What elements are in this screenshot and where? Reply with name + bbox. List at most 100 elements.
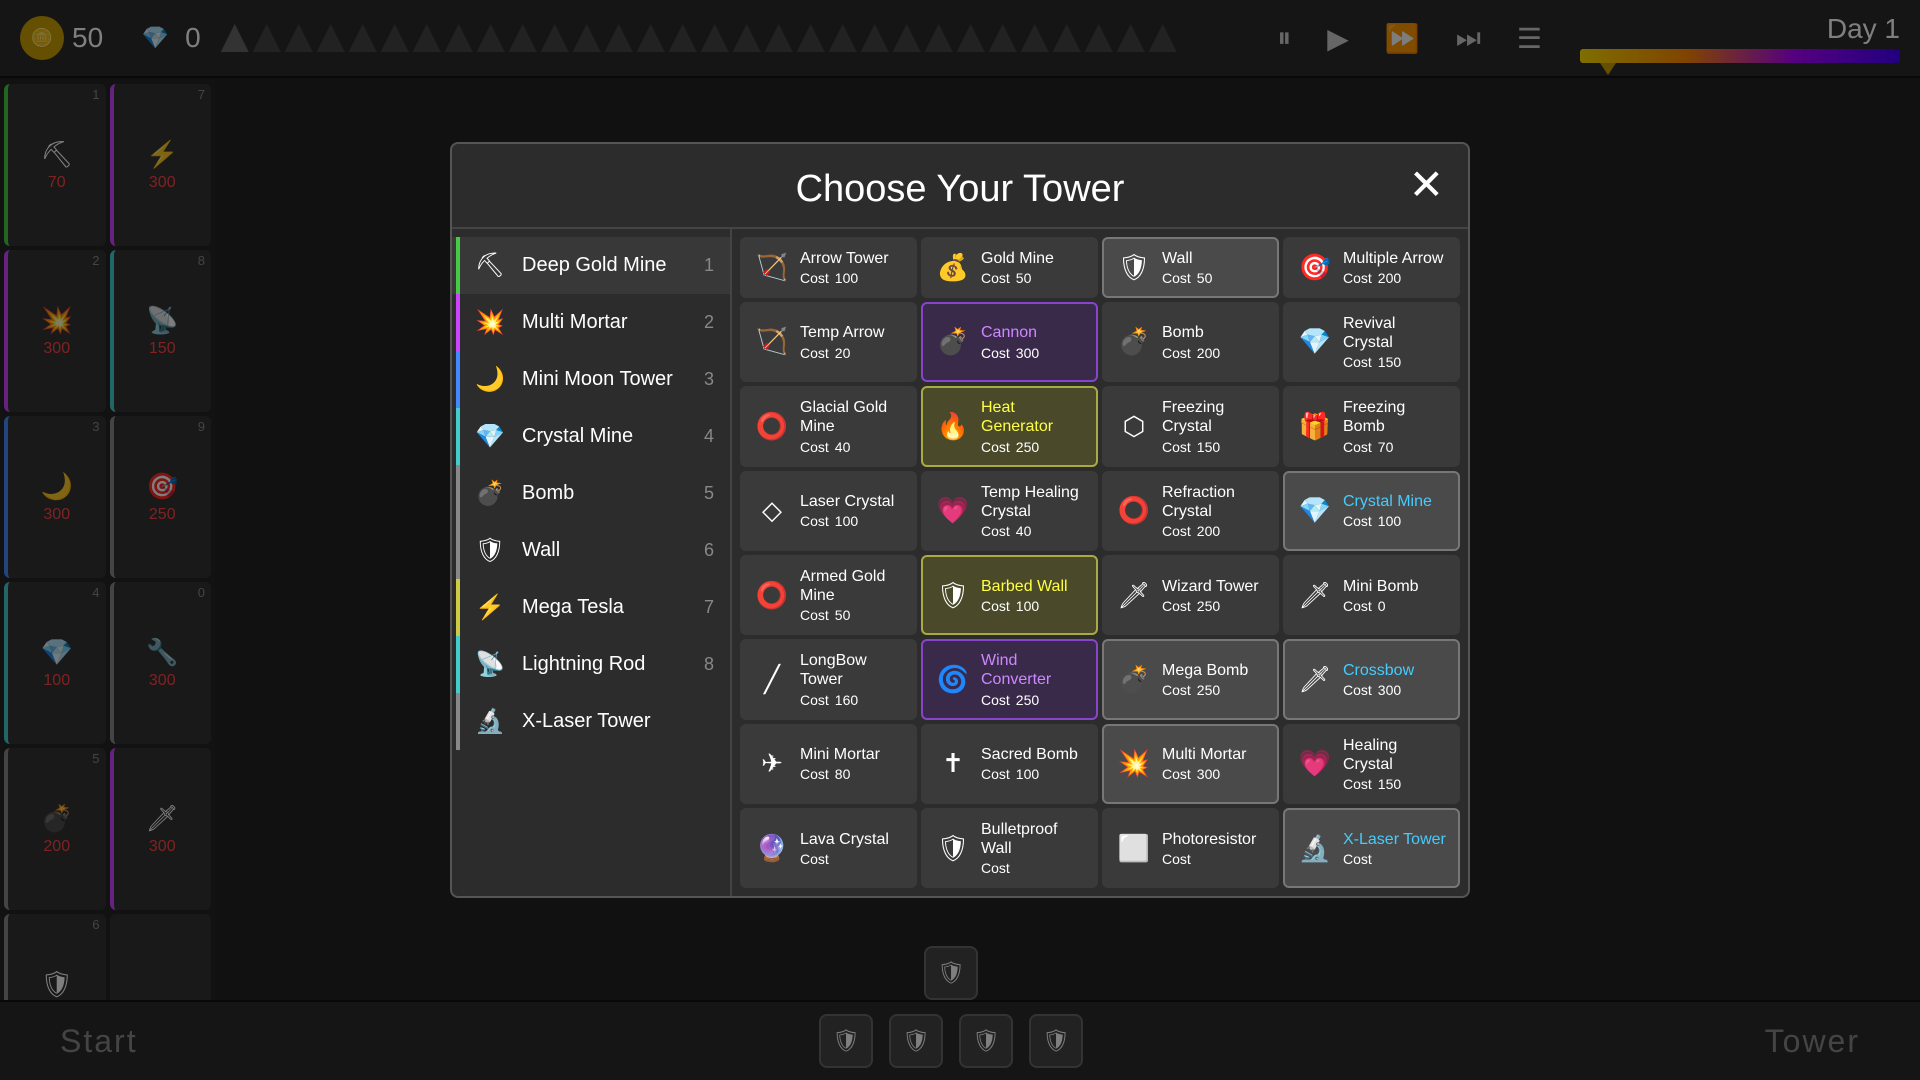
cost-label: Cost [981,766,1010,782]
list-item-icon: 🔬 [472,707,508,736]
card-icon: 💣 [935,326,971,357]
cost-label: Cost [1162,851,1191,867]
cost-label: Cost [800,513,829,529]
card-info: Gold Mine Cost 50 [981,249,1084,286]
card-info: Temp Healing Crystal Cost 40 [981,483,1084,539]
list-item-name: X-Laser Tower [522,710,700,733]
tower-card-16[interactable]: ⭕ Armed Gold Mine Cost 50 [740,555,917,635]
card-icon: 🎯 [1297,252,1333,283]
cost-label: Cost [1343,598,1372,614]
card-cost-row: Cost [1343,851,1446,867]
tower-card-17[interactable]: 🛡 Barbed Wall Cost 100 [921,555,1098,635]
tower-list-item-0[interactable]: ⛏ Deep Gold Mine 1 [452,237,730,294]
cost-label: Cost [1162,439,1191,455]
list-item-name: Mini Moon Tower [522,368,690,391]
card-cost-row: Cost 100 [981,766,1084,782]
tower-card-23[interactable]: 🗡 Crossbow Cost 300 [1283,639,1460,719]
tower-list-item-7[interactable]: 📡 Lightning Rod 8 [452,636,730,693]
tower-card-29[interactable]: 🛡 Bulletproof Wall Cost [921,808,1098,888]
modal-close-button[interactable]: ✕ [1409,164,1444,206]
tower-card-25[interactable]: ✝ Sacred Bomb Cost 100 [921,724,1098,804]
tower-card-19[interactable]: 🗡 Mini Bomb Cost 0 [1283,555,1460,635]
cost-value: 200 [1378,270,1401,286]
card-info: Freezing Bomb Cost 70 [1343,398,1446,454]
tower-card-15[interactable]: 💎 Crystal Mine Cost 100 [1283,471,1460,551]
list-item-name: Wall [522,539,690,562]
tower-card-4[interactable]: 🏹 Temp Arrow Cost 20 [740,302,917,382]
item-border [456,294,460,351]
tower-card-24[interactable]: ✈ Mini Mortar Cost 80 [740,724,917,804]
list-item-num: 4 [704,426,714,447]
tower-card-26[interactable]: 💥 Multi Mortar Cost 300 [1102,724,1279,804]
card-cost-row: Cost [981,860,1084,876]
tower-list-item-6[interactable]: ⚡ Mega Tesla 7 [452,579,730,636]
tower-list-item-5[interactable]: 🛡 Wall 6 [452,522,730,579]
card-name: Crystal Mine [1343,492,1446,511]
tower-card-1[interactable]: 💰 Gold Mine Cost 50 [921,237,1098,298]
card-cost-row: Cost 250 [1162,682,1265,698]
tower-list-item-2[interactable]: 🌙 Mini Moon Tower 3 [452,351,730,408]
tower-card-21[interactable]: 🌀 Wind Converter Cost 250 [921,639,1098,719]
tower-modal: Choose Your Tower ✕ ⛏ Deep Gold Mine 1 💥… [450,142,1470,899]
tower-card-31[interactable]: 🔬 X-Laser Tower Cost [1283,808,1460,888]
tower-card-13[interactable]: 💗 Temp Healing Crystal Cost 40 [921,471,1098,551]
list-item-num: 3 [704,369,714,390]
list-item-icon: 🛡 [472,536,508,565]
card-cost-row: Cost 300 [1162,766,1265,782]
card-info: Cannon Cost 300 [981,323,1084,360]
cost-value: 50 [1016,270,1032,286]
card-info: Wall Cost 50 [1162,249,1265,286]
tower-list-item-3[interactable]: 💎 Crystal Mine 4 [452,408,730,465]
tower-card-27[interactable]: 💗 Healing Crystal Cost 150 [1283,724,1460,804]
tower-card-10[interactable]: ⬡ Freezing Crystal Cost 150 [1102,386,1279,466]
tower-card-3[interactable]: 🎯 Multiple Arrow Cost 200 [1283,237,1460,298]
card-icon: 🎁 [1297,411,1333,442]
tower-grid: 🏹 Arrow Tower Cost 100 💰 Gold Mine Cost … [732,229,1468,897]
cost-label: Cost [1162,766,1191,782]
cost-label: Cost [981,860,1010,876]
card-icon: ⭕ [754,411,790,442]
cost-value: 20 [835,345,851,361]
card-cost-row: Cost 80 [800,766,903,782]
item-border [456,522,460,579]
card-cost-row: Cost 70 [1343,439,1446,455]
tower-list-item-1[interactable]: 💥 Multi Mortar 2 [452,294,730,351]
card-name: Mini Mortar [800,745,903,764]
tower-card-12[interactable]: ◇ Laser Crystal Cost 100 [740,471,917,551]
card-cost-row: Cost 300 [1343,682,1446,698]
card-icon: ╱ [754,664,790,695]
card-cost-row: Cost 100 [1343,513,1446,529]
card-cost-row: Cost 100 [800,513,903,529]
card-info: Laser Crystal Cost 100 [800,492,903,529]
item-border [456,579,460,636]
tower-card-22[interactable]: 💣 Mega Bomb Cost 250 [1102,639,1279,719]
tower-card-0[interactable]: 🏹 Arrow Tower Cost 100 [740,237,917,298]
card-icon: ◇ [754,495,790,526]
card-name: X-Laser Tower [1343,830,1446,849]
tower-card-14[interactable]: ⭕ Refraction Crystal Cost 200 [1102,471,1279,551]
tower-card-30[interactable]: ⬜ Photoresistor Cost [1102,808,1279,888]
tower-list-item-8[interactable]: 🔬 X-Laser Tower [452,693,730,750]
tower-card-8[interactable]: ⭕ Glacial Gold Mine Cost 40 [740,386,917,466]
list-item-icon: ⛏ [472,251,508,280]
card-name: Refraction Crystal [1162,483,1265,521]
tower-card-5[interactable]: 💣 Cannon Cost 300 [921,302,1098,382]
card-cost-row: Cost 150 [1162,439,1265,455]
tower-card-6[interactable]: 💣 Bomb Cost 200 [1102,302,1279,382]
tower-card-9[interactable]: 🔥 Heat Generator Cost 250 [921,386,1098,466]
tower-card-28[interactable]: 🔮 Lava Crystal Cost [740,808,917,888]
tower-card-2[interactable]: 🛡 Wall Cost 50 [1102,237,1279,298]
list-item-icon: 💣 [472,479,508,508]
tower-card-7[interactable]: 💎 Revival Crystal Cost 150 [1283,302,1460,382]
card-icon: 🗡 [1297,580,1333,611]
tower-card-11[interactable]: 🎁 Freezing Bomb Cost 70 [1283,386,1460,466]
item-border [456,465,460,522]
cost-label: Cost [1343,682,1372,698]
card-name: Mega Bomb [1162,661,1265,680]
card-icon: 💰 [935,252,971,283]
tower-card-18[interactable]: 🗡 Wizard Tower Cost 250 [1102,555,1279,635]
tower-card-20[interactable]: ╱ LongBow Tower Cost 160 [740,639,917,719]
tower-list-item-4[interactable]: 💣 Bomb 5 [452,465,730,522]
card-name: Sacred Bomb [981,745,1084,764]
card-name: Healing Crystal [1343,736,1446,774]
